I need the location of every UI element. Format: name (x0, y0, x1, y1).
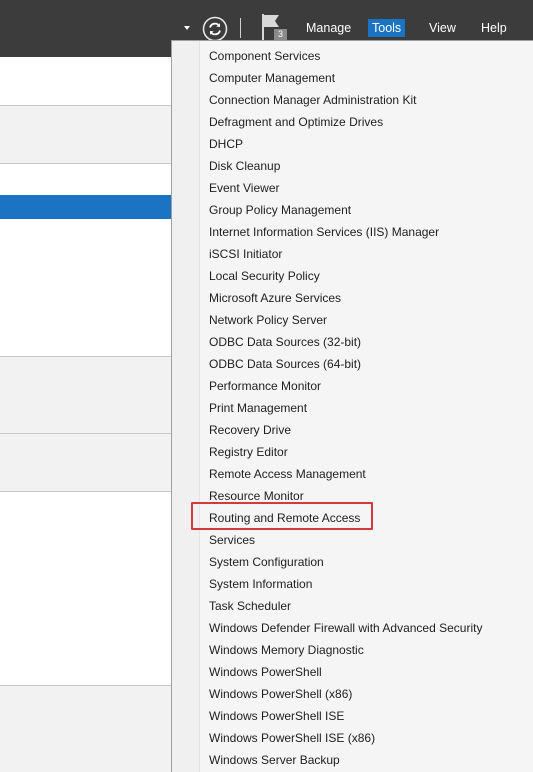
menu-item-iscsi-initiator[interactable]: iSCSI Initiator (209, 243, 282, 265)
menu-item-windows-powershell-ise-x86[interactable]: Windows PowerShell ISE (x86) (209, 727, 375, 749)
menu-item-remote-access-management[interactable]: Remote Access Management (209, 463, 366, 485)
background-pane-header (0, 106, 172, 163)
toolbar-separator (240, 18, 241, 38)
menu-item-windows-powershell-ise[interactable]: Windows PowerShell ISE (209, 705, 344, 727)
menu-item-local-security-policy[interactable]: Local Security Policy (209, 265, 320, 287)
menu-item-odbc-data-sources-64-bit[interactable]: ODBC Data Sources (64-bit) (209, 353, 361, 375)
menu-item-odbc-data-sources-32-bit[interactable]: ODBC Data Sources (32-bit) (209, 331, 361, 353)
menu-item-registry-editor[interactable]: Registry Editor (209, 441, 288, 463)
menu-item-task-scheduler[interactable]: Task Scheduler (209, 595, 291, 617)
menu-item-windows-powershell-x86[interactable]: Windows PowerShell (x86) (209, 683, 352, 705)
menu-item-dhcp[interactable]: DHCP (209, 133, 243, 155)
menu-item-disk-cleanup[interactable]: Disk Cleanup (209, 155, 280, 177)
menu-item-microsoft-azure-services[interactable]: Microsoft Azure Services (209, 287, 341, 309)
menu-item-network-policy-server[interactable]: Network Policy Server (209, 309, 327, 331)
menu-item-windows-memory-diagnostic[interactable]: Windows Memory Diagnostic (209, 639, 364, 661)
menu-item-connection-manager-administration-kit[interactable]: Connection Manager Administration Kit (209, 89, 416, 111)
selected-row[interactable] (0, 195, 172, 219)
background-pane (0, 57, 172, 105)
background-pane (0, 492, 172, 685)
menu-item-internet-information-services-iis-manager[interactable]: Internet Information Services (IIS) Mana… (209, 221, 439, 243)
tools-dropdown-menu: Component Services Computer Management Con… (171, 40, 533, 772)
menu-item-system-configuration[interactable]: System Configuration (209, 551, 324, 573)
menu-item-windows-server-backup[interactable]: Windows Server Backup (209, 749, 340, 771)
menu-item-performance-monitor[interactable]: Performance Monitor (209, 375, 321, 397)
menu-item-component-services[interactable]: Component Services (209, 45, 320, 67)
menu-item-group-policy-management[interactable]: Group Policy Management (209, 199, 351, 221)
background-pane (0, 164, 172, 195)
menu-item-event-viewer[interactable]: Event Viewer (209, 177, 279, 199)
menu-item-computer-management[interactable]: Computer Management (209, 67, 335, 89)
menu-item-recovery-drive[interactable]: Recovery Drive (209, 419, 291, 441)
menu-icon-gutter (172, 41, 200, 772)
menu-item-system-information[interactable]: System Information (209, 573, 312, 595)
menu-item-print-management[interactable]: Print Management (209, 397, 307, 419)
menu-help[interactable]: Help (477, 19, 511, 37)
refresh-icon[interactable] (202, 16, 228, 42)
menu-item-services[interactable]: Services (209, 529, 255, 551)
background-pane (0, 219, 172, 356)
menu-view[interactable]: View (425, 19, 460, 37)
menu-item-windows-powershell[interactable]: Windows PowerShell (209, 661, 322, 683)
highlight-annotation-box (191, 502, 373, 530)
menu-manage[interactable]: Manage (302, 19, 355, 37)
menu-tools[interactable]: Tools (368, 19, 406, 37)
menu-item-windows-defender-firewall-with-advanced-security[interactable]: Windows Defender Firewall with Advanced … (209, 617, 482, 639)
notification-count-badge: 3 (274, 29, 287, 40)
background-pane-header (0, 686, 172, 772)
menu-item-defragment-and-optimize-drives[interactable]: Defragment and Optimize Drives (209, 111, 383, 133)
background-pane-header (0, 357, 172, 433)
background-pane-header (0, 434, 172, 491)
chevron-down-icon[interactable] (184, 26, 190, 30)
